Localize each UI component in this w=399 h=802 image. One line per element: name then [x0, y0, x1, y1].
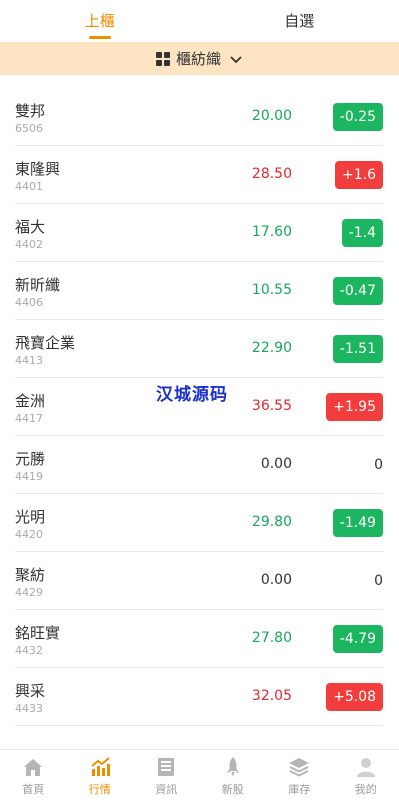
stock-code: 6506: [15, 122, 43, 135]
stock-price: 27.80: [251, 630, 292, 646]
layers-icon: [289, 758, 310, 777]
stock-price: 17.60: [251, 224, 292, 240]
category-label: 櫃紡織: [175, 50, 221, 68]
stock-row[interactable]: 聚紡 4429 0.00 0: [15, 552, 383, 610]
change-badge: -1.49: [332, 509, 383, 537]
stock-row[interactable]: 元勝 4419 0.00 0: [15, 436, 383, 494]
nav-home-label: 首頁: [22, 783, 45, 796]
nav-holdings[interactable]: 庫存: [266, 750, 333, 802]
stock-name: 興采: [15, 682, 46, 700]
news-icon: [158, 758, 175, 776]
change-badge: -1.51: [332, 335, 383, 363]
stock-price: 22.90: [251, 340, 292, 356]
nav-news-label: 資訊: [155, 783, 178, 796]
stock-code: 4406: [15, 296, 43, 309]
change-badge: +1.95: [326, 393, 383, 421]
stock-price: 28.50: [251, 166, 292, 182]
chevron-down-icon: [230, 55, 242, 63]
stock-price: 0.00: [260, 572, 292, 588]
stock-code: 4417: [15, 412, 43, 425]
stock-code: 4419: [15, 470, 43, 483]
stock-code: 4401: [15, 180, 43, 193]
category-selector[interactable]: 櫃紡織: [0, 42, 399, 75]
nav-market[interactable]: 行情: [67, 750, 134, 802]
stock-name: 東隆興: [15, 160, 61, 178]
stock-code: 4420: [15, 528, 43, 541]
change-badge: -4.79: [332, 625, 383, 653]
stock-row[interactable]: 光明 4420 29.80 -1.49: [15, 494, 383, 552]
stock-name: 金洲: [15, 392, 46, 410]
rocket-icon: [226, 757, 239, 777]
change-badge: -1.4: [341, 219, 383, 247]
bottom-nav: 首頁 行情 資訊 新股 庫存 我的: [0, 749, 399, 802]
nav-profile[interactable]: 我的: [333, 750, 399, 802]
stock-code: 4429: [15, 586, 43, 599]
stock-code: 4402: [15, 238, 43, 251]
chart-icon: [91, 757, 110, 776]
stock-name: 新昕纖: [15, 276, 61, 294]
stock-price: 36.55: [251, 398, 292, 414]
stock-price: 32.05: [251, 688, 292, 704]
nav-home[interactable]: 首頁: [0, 750, 67, 802]
stock-price: 20.00: [251, 108, 292, 124]
tab-otc[interactable]: 上櫃: [0, 0, 200, 42]
market-tabs: 上櫃 自選: [0, 0, 399, 42]
nav-ipo[interactable]: 新股: [200, 750, 267, 802]
stock-price: 0.00: [260, 456, 292, 472]
user-icon: [356, 758, 375, 777]
change-badge: 0: [374, 573, 383, 589]
stock-price: 10.55: [251, 282, 292, 298]
stock-code: 4432: [15, 644, 43, 657]
nav-holdings-label: 庫存: [288, 783, 311, 796]
stock-name: 聚紡: [15, 566, 46, 584]
stock-code: 4413: [15, 354, 43, 367]
stock-row[interactable]: 福大 4402 17.60 -1.4: [15, 204, 383, 262]
stock-name: 飛寶企業: [15, 334, 76, 352]
nav-news[interactable]: 資訊: [133, 750, 200, 802]
stock-name: 銘旺實: [15, 624, 61, 642]
watermark: 汉城源码: [156, 385, 228, 405]
stock-row[interactable]: 新昕纖 4406 10.55 -0.47: [15, 262, 383, 320]
stock-name: 福大: [15, 218, 46, 236]
change-badge: +5.08: [326, 683, 383, 711]
tab-watchlist[interactable]: 自選: [200, 0, 399, 42]
change-badge: -0.47: [332, 277, 383, 305]
stock-name: 雙邦: [15, 102, 46, 120]
nav-profile-label: 我的: [354, 783, 377, 796]
change-badge: +1.6: [335, 161, 383, 189]
stock-row[interactable]: 興采 4433 32.05 +5.08: [15, 668, 383, 726]
stock-name: 光明: [15, 508, 46, 526]
stock-row[interactable]: 飛寶企業 4413 22.90 -1.51: [15, 320, 383, 378]
home-icon: [24, 759, 43, 776]
stock-price: 29.80: [251, 514, 292, 530]
nav-ipo-label: 新股: [221, 783, 244, 796]
grid-icon: [155, 51, 170, 66]
stock-row[interactable]: 銘旺實 4432 27.80 -4.79: [15, 610, 383, 668]
stock-code: 4433: [15, 702, 43, 715]
stock-row[interactable]: 東隆興 4401 28.50 +1.6: [15, 146, 383, 204]
stock-row[interactable]: 雙邦 6506 20.00 -0.25: [15, 88, 383, 146]
change-badge: 0: [374, 457, 383, 473]
change-badge: -0.25: [332, 103, 383, 131]
stock-name: 元勝: [15, 450, 46, 468]
nav-market-label: 行情: [88, 783, 111, 796]
stock-list: 雙邦 6506 20.00 -0.25 東隆興 4401 28.50 +1.6 福大 4402 17…: [0, 88, 399, 726]
